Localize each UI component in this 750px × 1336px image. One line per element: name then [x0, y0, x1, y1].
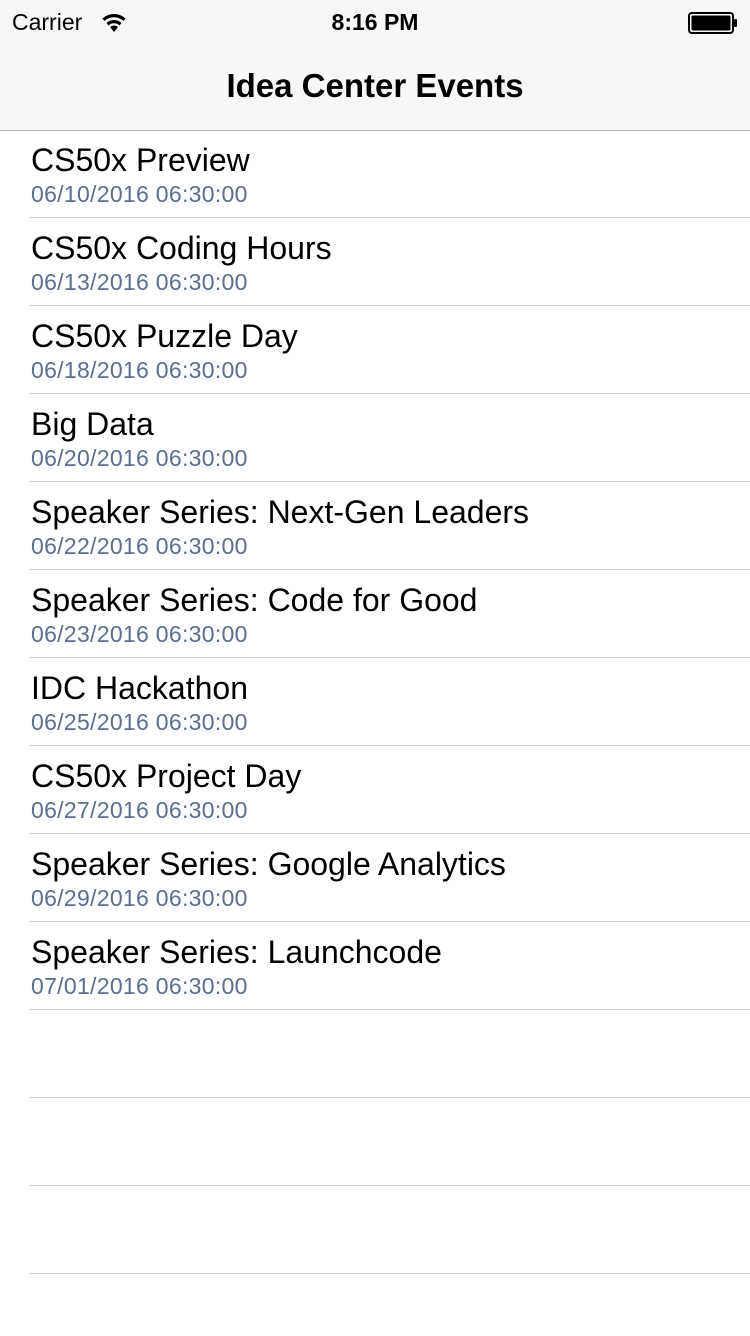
event-date: 06/20/2016 06:30:00	[31, 445, 248, 471]
event-date: 06/10/2016 06:30:00	[31, 181, 248, 207]
event-title: Big Data	[31, 406, 154, 442]
table-row[interactable]: CS50x Puzzle Day 06/18/2016 06:30:00	[30, 306, 750, 394]
empty-row	[30, 1186, 750, 1274]
event-title: Speaker Series: Google Analytics	[31, 846, 506, 882]
table-row[interactable]: CS50x Coding Hours 06/13/2016 06:30:00	[30, 218, 750, 306]
event-title: CS50x Preview	[31, 142, 250, 178]
status-time: 8:16 PM	[331, 9, 419, 35]
battery-icon	[688, 12, 737, 34]
event-date: 06/29/2016 06:30:00	[31, 885, 248, 911]
table-row[interactable]: CS50x Project Day 06/27/2016 06:30:00	[30, 746, 750, 834]
table-row[interactable]: Speaker Series: Launchcode 07/01/2016 06…	[30, 922, 750, 1010]
event-date: 06/25/2016 06:30:00	[31, 709, 248, 735]
event-date: 07/01/2016 06:30:00	[31, 973, 248, 999]
table-row[interactable]: Speaker Series: Google Analytics 06/29/2…	[30, 834, 750, 922]
table-row[interactable]: CS50x Preview 06/10/2016 06:30:00	[30, 130, 750, 218]
table-row[interactable]: Speaker Series: Code for Good 06/23/2016…	[30, 570, 750, 658]
event-title: Speaker Series: Code for Good	[31, 582, 478, 618]
table-row[interactable]: Big Data 06/20/2016 06:30:00	[30, 394, 750, 482]
event-title: Speaker Series: Launchcode	[31, 934, 442, 970]
event-date: 06/22/2016 06:30:00	[31, 533, 248, 559]
event-date: 06/13/2016 06:30:00	[31, 269, 248, 295]
empty-row	[30, 1098, 750, 1186]
event-title: CS50x Coding Hours	[31, 230, 332, 266]
event-title: CS50x Project Day	[31, 758, 302, 794]
event-date: 06/18/2016 06:30:00	[31, 357, 248, 383]
event-title: Speaker Series: Next-Gen Leaders	[31, 494, 530, 530]
event-date: 06/23/2016 06:30:00	[31, 621, 248, 647]
page-title: Idea Center Events	[226, 67, 524, 104]
empty-row	[30, 1010, 750, 1098]
table-row[interactable]: IDC Hackathon 06/25/2016 06:30:00	[30, 658, 750, 746]
event-date: 06/27/2016 06:30:00	[31, 797, 248, 823]
event-title: IDC Hackathon	[31, 670, 248, 706]
events-table[interactable]: CS50x Preview 06/10/2016 06:30:00 CS50x …	[0, 130, 750, 1336]
navigation-bar: Idea Center Events	[0, 44, 750, 131]
table-row[interactable]: Speaker Series: Next-Gen Leaders 06/22/2…	[30, 482, 750, 570]
status-bar: Carrier 8:16 PM	[0, 0, 750, 44]
event-title: CS50x Puzzle Day	[31, 318, 298, 354]
